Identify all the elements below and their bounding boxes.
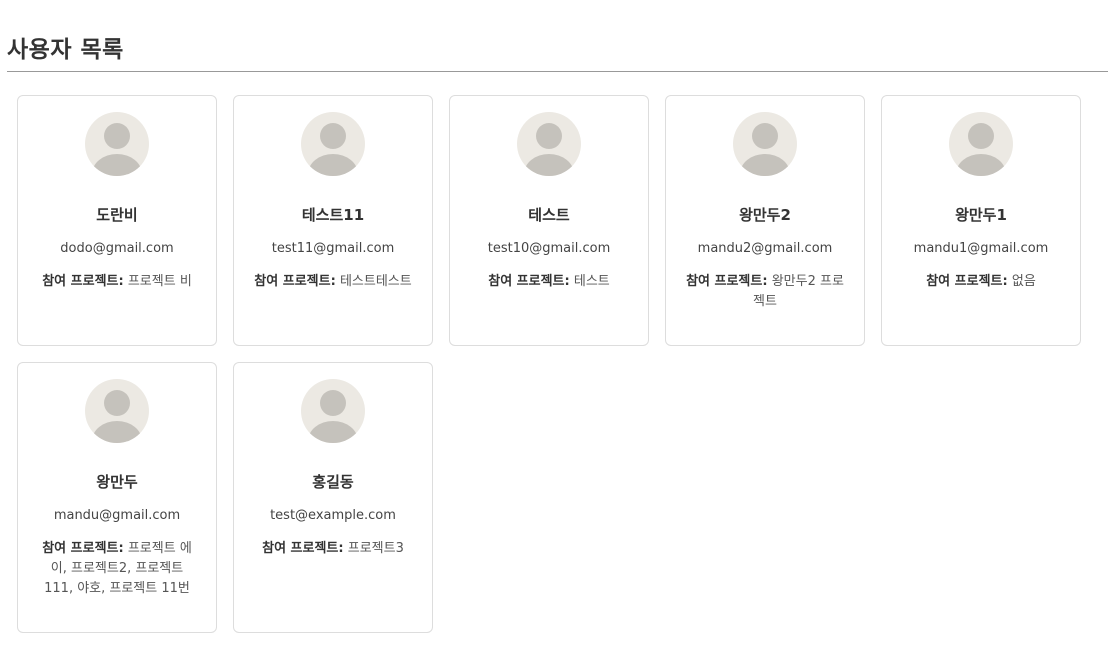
user-card[interactable]: 왕만두2 mandu2@gmail.com 참여 프로젝트: 왕만두2 프로젝트 [665,95,865,346]
user-name: 왕만두1 [955,206,1007,224]
avatar-icon [517,112,581,176]
title-divider [7,71,1108,72]
user-card[interactable]: 테스트 test10@gmail.com 참여 프로젝트: 테스트 [449,95,649,346]
user-email: dodo@gmail.com [60,241,174,256]
user-card[interactable]: 홍길동 test@example.com 참여 프로젝트: 프로젝트3 [233,362,433,633]
user-name: 테스트 [528,206,570,224]
projects-label: 참여 프로젝트: [488,274,570,289]
projects-label: 참여 프로젝트: [262,541,344,556]
user-name: 홍길동 [312,473,354,491]
user-name: 테스트11 [301,206,365,224]
user-name: 왕만두 [96,473,138,491]
user-projects: 참여 프로젝트: 없음 [894,272,1068,292]
projects-label: 참여 프로젝트: [42,274,124,289]
page-title: 사용자 목록 [7,37,124,63]
user-email: test@example.com [270,508,396,523]
user-email: mandu1@gmail.com [913,241,1049,256]
projects-value: 테스트 [573,274,610,289]
user-email: mandu2@gmail.com [697,241,833,256]
avatar-icon [301,112,365,176]
avatar-icon [733,112,797,176]
user-projects: 참여 프로젝트: 프로젝트 비 [30,272,204,292]
projects-value: 테스트테스트 [339,274,412,289]
avatar-icon [85,112,149,176]
user-card[interactable]: 왕만두 mandu@gmail.com 참여 프로젝트: 프로젝트 에이, 프로… [17,362,217,633]
projects-label: 참여 프로젝트: [926,274,1008,289]
avatar-icon [301,379,365,443]
user-card[interactable]: 왕만두1 mandu1@gmail.com 참여 프로젝트: 없음 [881,95,1081,346]
projects-label: 참여 프로젝트: [42,541,124,556]
user-card[interactable]: 도란비 dodo@gmail.com 참여 프로젝트: 프로젝트 비 [17,95,217,346]
projects-value: 프로젝트 비 [127,274,192,289]
user-email: mandu@gmail.com [53,508,181,523]
user-projects: 참여 프로젝트: 테스트테스트 [246,272,420,292]
user-name: 왕만두2 [739,206,791,224]
user-card[interactable]: 테스트11 test11@gmail.com 참여 프로젝트: 테스트테스트 [233,95,433,346]
projects-value: 프로젝트3 [347,541,404,556]
projects-value: 없음 [1011,274,1036,289]
user-email: test10@gmail.com [487,241,611,256]
user-projects: 참여 프로젝트: 테스트 [462,272,636,292]
projects-label: 참여 프로젝트: [686,274,768,289]
projects-label: 참여 프로젝트: [254,274,336,289]
user-projects: 참여 프로젝트: 프로젝트 에이, 프로젝트2, 프로젝트111, 야호, 프로… [30,539,204,599]
user-card-grid: 도란비 dodo@gmail.com 참여 프로젝트: 프로젝트 비 테스트11… [17,95,1097,633]
user-projects: 참여 프로젝트: 왕만두2 프로젝트 [678,272,852,312]
avatar-icon [949,112,1013,176]
avatar-icon [85,379,149,443]
user-name: 도란비 [96,206,138,224]
user-email: test11@gmail.com [271,241,395,256]
user-projects: 참여 프로젝트: 프로젝트3 [246,539,420,559]
